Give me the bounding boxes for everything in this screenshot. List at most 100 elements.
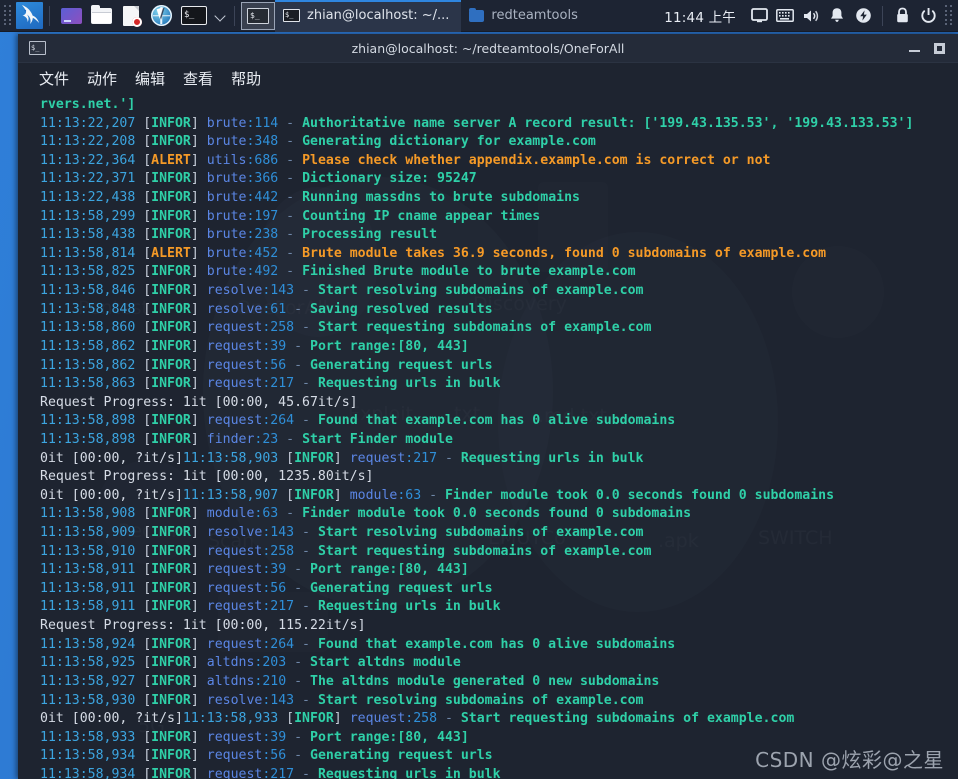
terminal-line: 11:13:22,371 [INFOR] brute:366 - Diction… — [40, 170, 958, 189]
terminal-segment: request — [206, 338, 263, 354]
terminal-body[interactable]: Discovery OneForAll Pentest 5G Exploit .… — [18, 92, 958, 779]
maximize-button[interactable] — [934, 42, 945, 54]
menu-edit[interactable]: 编辑 — [126, 66, 174, 91]
terminal-segment: request — [349, 711, 406, 727]
terminal-segment: 11:13:58,898 — [40, 413, 144, 429]
terminal-segment: 11:13:58,910 — [40, 543, 144, 559]
taskbar-window-redteamtools[interactable]: redteamtools — [461, 0, 589, 32]
terminal-segment: ] — [190, 413, 207, 429]
files-manager-icon[interactable] — [59, 4, 83, 28]
terminal-segment: 0it [00:00, ?it/s] — [40, 487, 183, 503]
terminal-segment: - — [278, 152, 303, 168]
terminal-segment: ] — [190, 227, 207, 243]
terminal-segment: module — [349, 487, 398, 503]
terminal-segment: request — [206, 580, 263, 596]
terminal-segment: Start altdns module — [310, 655, 461, 671]
terminal-segment: [ — [143, 171, 152, 187]
terminal-segment: INFOR — [151, 357, 191, 373]
kali-menu-button[interactable] — [16, 2, 43, 29]
menu-actions[interactable]: 动作 — [78, 66, 126, 91]
display-icon[interactable] — [746, 3, 772, 29]
chevron-down-icon[interactable] — [214, 9, 228, 23]
web-browser-icon[interactable] — [149, 4, 173, 28]
menu-file[interactable]: 文件 — [30, 66, 78, 91]
terminal-segment: [ — [286, 450, 295, 466]
terminal-segment: :348 — [246, 134, 279, 150]
terminal-segment: :63 — [397, 487, 422, 503]
terminal-segment: :238 — [246, 227, 279, 243]
terminal-segment: - — [286, 655, 310, 671]
terminal-segment: 11:13:58,862 — [40, 338, 144, 354]
terminal-segment: 11:13:58,909 — [40, 525, 144, 541]
terminal-output: rvers.net.'] 11:13:22,207 [INFOR] brute:1… — [18, 92, 958, 779]
menu-view[interactable]: 查看 — [174, 66, 222, 91]
terminal-segment: 11:13:58,934 — [40, 766, 144, 779]
terminal-segment: [ — [143, 673, 152, 689]
keyboard-icon[interactable] — [772, 3, 798, 29]
terminal-segment: ALERT — [151, 152, 191, 168]
terminal-segment: :217 — [262, 376, 295, 392]
terminal-segment: INFOR — [151, 431, 191, 447]
lock-screen-icon[interactable] — [889, 3, 915, 29]
notification-bell-icon[interactable] — [824, 3, 850, 29]
menu-help[interactable]: 帮助 — [222, 66, 270, 91]
terminal-segment: 11:13:58,911 — [40, 599, 144, 615]
terminal-segment: ] — [333, 487, 350, 503]
taskbar-window-terminal[interactable]: $_ zhian@localhost: ~/... — [275, 0, 462, 32]
terminal-line: 11:13:58,910 [INFOR] request:258 - Start… — [40, 543, 958, 562]
terminal-segment: request — [206, 376, 263, 392]
window-titlebar[interactable]: $_ zhian@localhost: ~/redteamtools/OneFo… — [18, 34, 958, 63]
panel-tray-area: 11:44 上午 — [664, 0, 958, 32]
terminal-segment: Start requesting subdomains of example.c… — [317, 320, 652, 336]
terminal-segment: Generating request urls — [310, 748, 493, 764]
terminal-segment: - — [437, 711, 461, 727]
terminal-line: 11:13:22,364 [ALERT] utils:686 - Please … — [40, 152, 958, 171]
terminal-segment: ] — [190, 543, 207, 559]
terminal-segment: ] — [333, 450, 350, 466]
minimize-button[interactable] — [909, 42, 921, 54]
taskbar-window-label: zhian@localhost: ~/... — [307, 8, 450, 23]
terminal-line: 11:13:58,911 [INFOR] request:217 - Reque… — [40, 598, 958, 617]
logout-icon[interactable] — [915, 3, 941, 29]
terminal-icon[interactable]: $_ — [179, 4, 209, 28]
terminal-segment: [ — [286, 487, 295, 503]
terminal-line: 11:13:58,911 [INFOR] request:56 - Genera… — [40, 580, 958, 599]
terminal-segment: Port range:[80, 443] — [310, 338, 469, 354]
terminal-segment: 11:13:58,933 — [40, 729, 144, 745]
terminal-segment: [ — [143, 506, 152, 522]
terminal-segment: ] — [190, 692, 207, 708]
terminal-segment: Brute module takes 36.9 seconds, found 0… — [302, 245, 827, 261]
terminal-segment: ] — [190, 190, 207, 206]
terminal-icon: $_ — [29, 41, 46, 55]
document-icon[interactable] — [119, 4, 143, 28]
terminal-segment: request — [206, 562, 263, 578]
terminal-line: 11:13:58,934 [INFOR] request:56 - Genera… — [40, 747, 958, 766]
terminal-segment: Request Progress: 1it [00:00, 45.67it/s] — [40, 394, 358, 410]
volume-icon[interactable] — [798, 3, 824, 29]
terminal-line: 11:13:58,908 [INFOR] module:63 - Finder … — [40, 505, 958, 524]
power-manager-icon[interactable] — [850, 3, 876, 29]
terminal-segment: Requesting urls in bulk — [317, 376, 501, 392]
terminal-segment: :143 — [262, 525, 295, 541]
terminal-line: 11:13:58,934 [INFOR] request:217 - Reque… — [40, 766, 958, 779]
terminal-segment: ] — [333, 711, 350, 727]
tray-grip-icon[interactable] — [944, 5, 954, 27]
terminal-segment: - — [286, 673, 310, 689]
folder-icon[interactable] — [89, 4, 113, 28]
show-desktop-icon[interactable]: $_ — [241, 1, 275, 30]
terminal-segment: :442 — [246, 190, 279, 206]
terminal-segment: ] — [190, 208, 207, 224]
terminal-segment: request — [206, 599, 263, 615]
terminal-line: 11:13:58,862 [INFOR] request:56 - Genera… — [40, 357, 958, 376]
terminal-segment: brute — [206, 208, 247, 224]
terminal-segment: 11:13:22,207 — [40, 115, 144, 131]
terminal-segment: 0it [00:00, ?it/s] — [40, 711, 183, 727]
terminal-segment: [ — [143, 283, 152, 299]
terminal-segment: [ — [143, 320, 152, 336]
terminal-segment: - — [294, 283, 318, 299]
clock[interactable]: 11:44 上午 — [664, 6, 736, 26]
panel-drag-grip-icon[interactable] — [3, 5, 13, 27]
terminal-segment: - — [294, 525, 318, 541]
terminal-segment: :258 — [262, 543, 295, 559]
top-panel: $_ $_ $_ zhian@localhost: ~/... redteamt… — [0, 0, 958, 32]
